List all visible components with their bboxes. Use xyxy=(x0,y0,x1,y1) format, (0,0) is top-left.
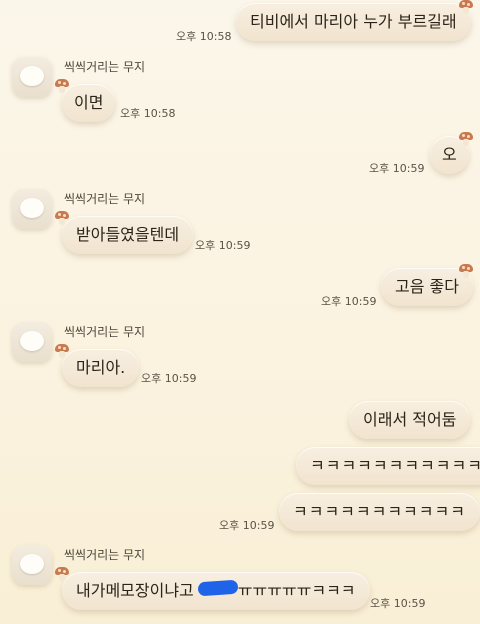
message-bubble-outgoing[interactable]: 이래서 적어둠 xyxy=(349,401,471,439)
message-text: 이래서 적어둠 xyxy=(363,410,457,429)
mushroom-icon xyxy=(459,0,473,14)
sender-name: 씩씩거리는 무지 xyxy=(64,548,146,562)
message-bubble-outgoing[interactable]: 티비에서 마리아 누가 부르길래 xyxy=(236,3,471,41)
message-text-suffix: ㅠㅠㅠㅠㅠㅋㅋㅋ xyxy=(237,581,356,600)
message-text: 마리아. xyxy=(76,358,126,377)
message-text: ㅋㅋㅋㅋㅋㅋㅋㅋㅋㅋㅋ xyxy=(310,456,480,475)
muji-avatar-icon[interactable] xyxy=(12,189,52,229)
sender-name: 씩씩거리는 무지 xyxy=(64,192,146,206)
message-text: 이면 xyxy=(74,93,104,112)
message-timestamp: 오후 10:58 xyxy=(120,107,176,120)
message-bubble-incoming[interactable]: 마리아. xyxy=(62,349,140,387)
message-timestamp: 오후 10:59 xyxy=(370,597,426,610)
mushroom-icon xyxy=(55,211,69,225)
message-timestamp: 오후 10:59 xyxy=(141,372,197,385)
sender-name: 씩씩거리는 무지 xyxy=(64,60,146,74)
redaction-scribble xyxy=(197,579,239,597)
message-bubble-outgoing[interactable]: ㅋㅋㅋㅋㅋㅋㅋㅋㅋㅋㅋ xyxy=(279,493,480,531)
mushroom-icon xyxy=(55,79,69,93)
muji-avatar-icon[interactable] xyxy=(12,322,52,362)
message-bubble-incoming[interactable]: 이면 xyxy=(62,84,116,122)
message-text: 티비에서 마리아 누가 부르길래 xyxy=(250,12,457,31)
message-text: 내가메모장이냐고 xyxy=(76,581,194,600)
message-bubble-outgoing[interactable]: ㅋㅋㅋㅋㅋㅋㅋㅋㅋㅋㅋ xyxy=(296,447,480,485)
muji-avatar-icon[interactable] xyxy=(12,57,52,97)
message-timestamp: 오후 10:58 xyxy=(176,30,232,43)
message-bubble-incoming[interactable]: 받아들였을텐데 xyxy=(62,216,194,254)
message-timestamp: 오후 10:59 xyxy=(369,162,425,175)
mushroom-icon xyxy=(55,567,69,581)
message-text: ㅋㅋㅋㅋㅋㅋㅋㅋㅋㅋㅋ xyxy=(293,502,466,521)
message-text: 고음 좋다 xyxy=(395,277,459,296)
message-timestamp: 오후 10:59 xyxy=(195,239,251,252)
muji-avatar-icon[interactable] xyxy=(12,545,52,585)
mushroom-icon xyxy=(459,132,473,146)
message-timestamp: 오후 10:59 xyxy=(219,519,275,532)
mushroom-icon xyxy=(459,264,473,278)
chat-room: 티비에서 마리아 누가 부르길래 오후 10:58 씩씩거리는 무지 이면 오후… xyxy=(0,0,480,624)
message-timestamp: 오후 10:59 xyxy=(321,295,377,308)
sender-name: 씩씩거리는 무지 xyxy=(64,325,146,339)
mushroom-icon xyxy=(55,344,69,358)
message-text: 받아들였을텐데 xyxy=(76,225,180,244)
message-text: 오 xyxy=(442,145,457,164)
